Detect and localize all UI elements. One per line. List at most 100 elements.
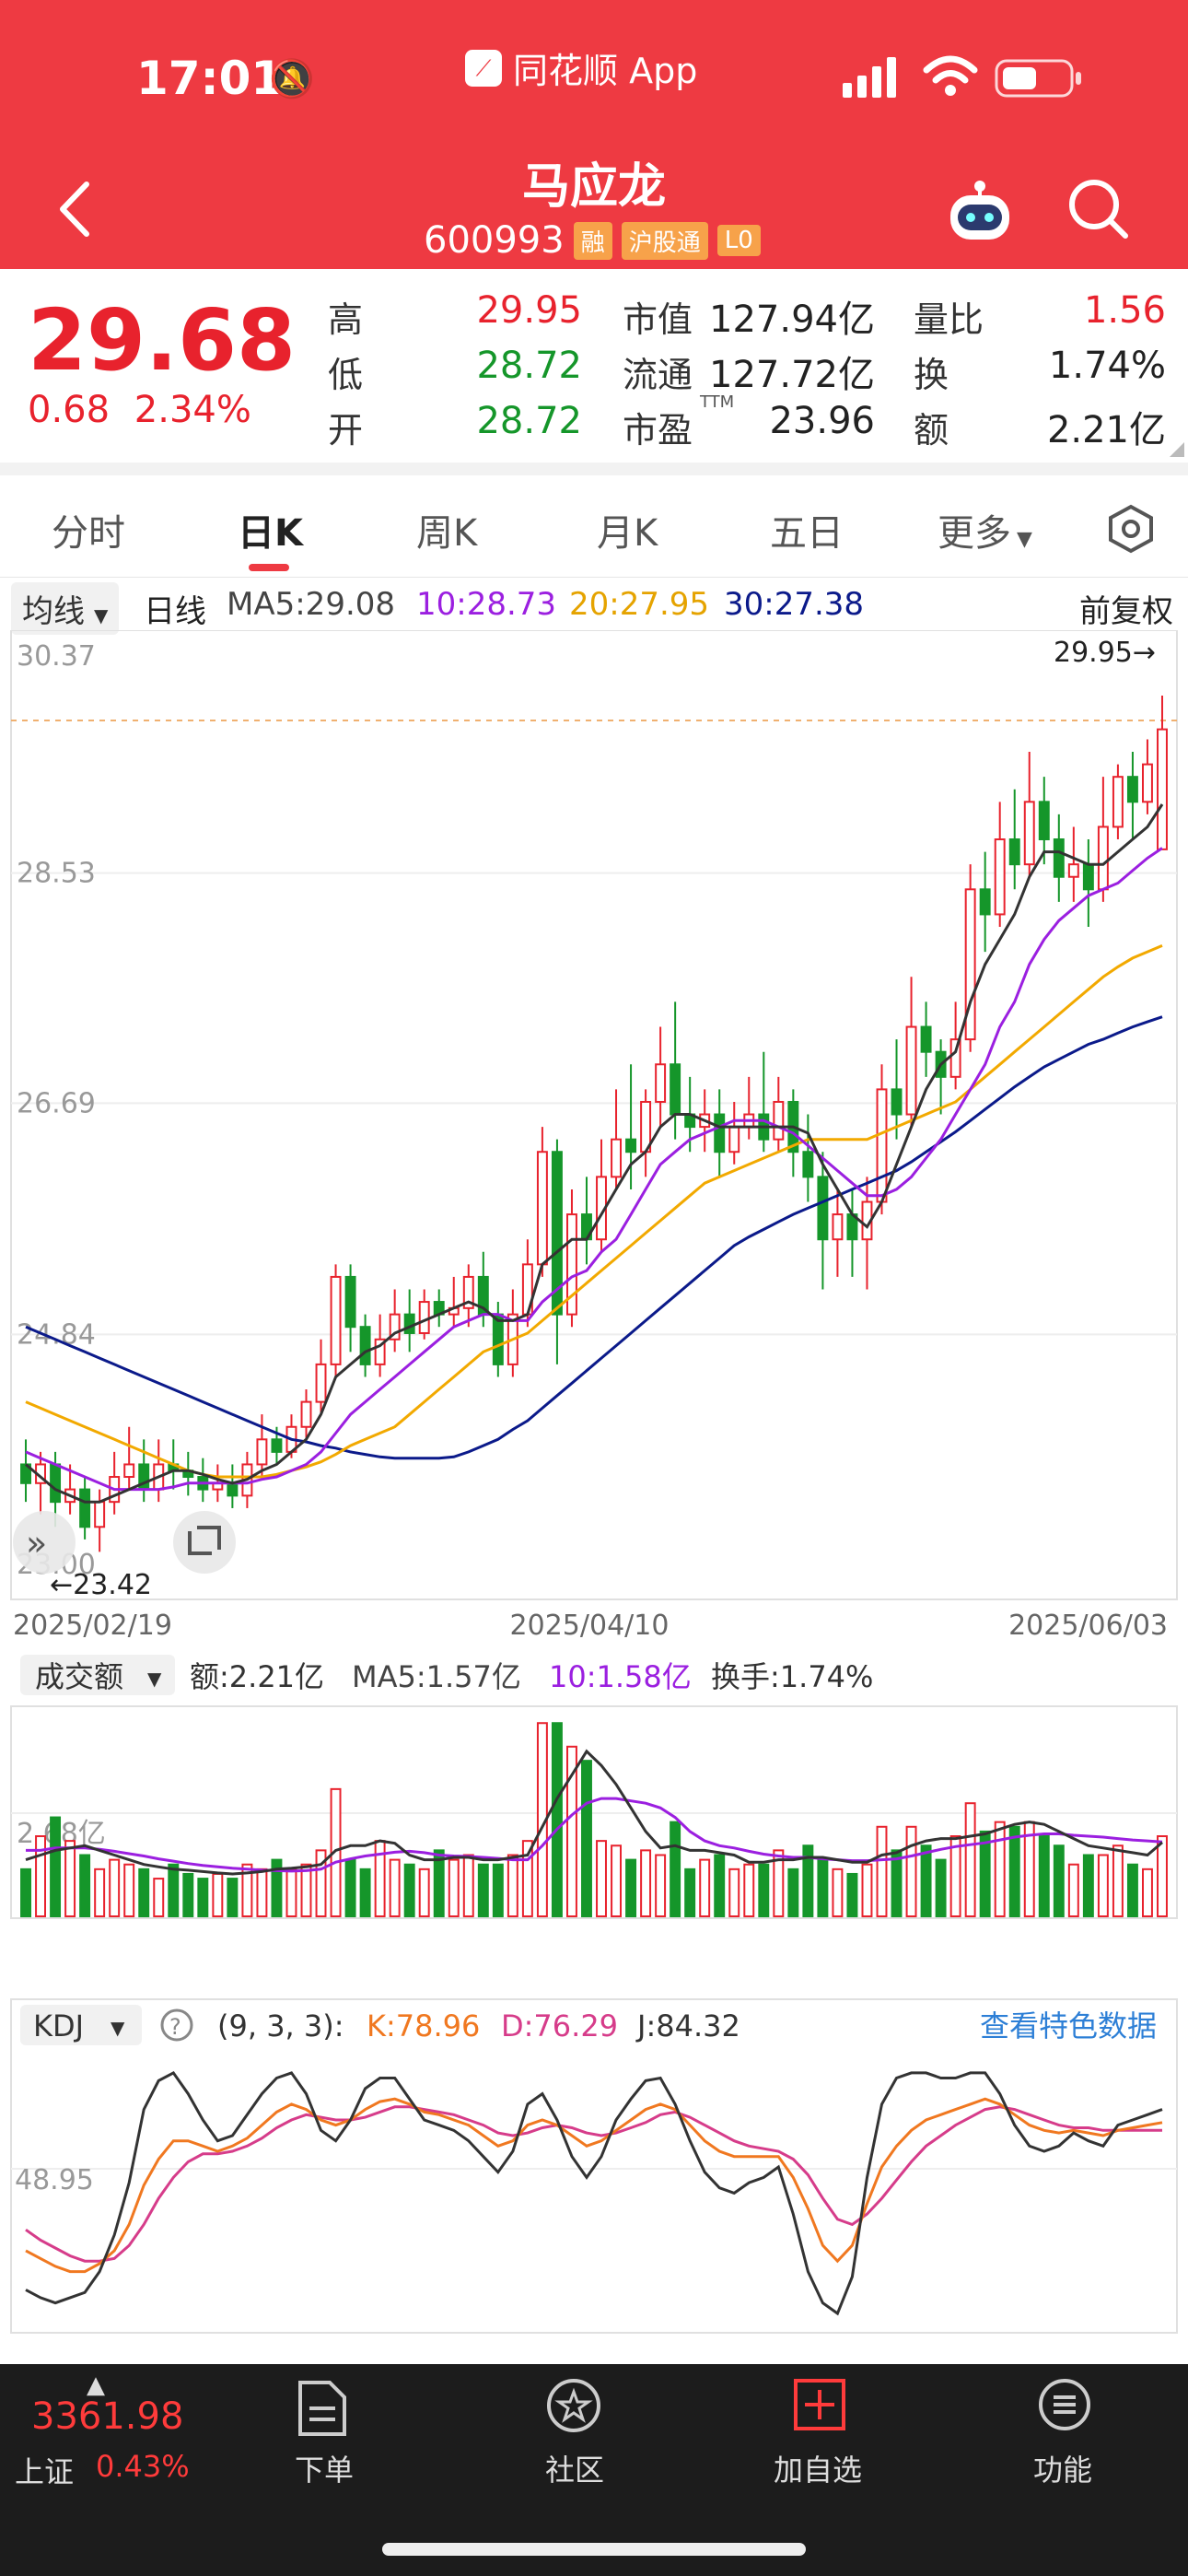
low-value: 28.72 [476,345,582,387]
volume-bar [640,1849,652,1917]
volume-bar [153,1878,165,1918]
candle-body [271,1438,283,1453]
k-x-tick-label: 2025/02/19 [13,1610,172,1642]
volume-bar [861,1863,873,1918]
status-time: 17:01 [136,52,284,105]
functions-menu-icon [1039,2379,1090,2430]
candle-body [79,1488,91,1528]
indicator-dropdown-label: 均线 [22,593,85,630]
volume-bar [1008,1825,1020,1917]
candle-body [979,888,991,916]
volume-bar [50,1816,62,1917]
kdj-j-legend: J:84.32 [635,2008,740,2043]
tab-daily-k[interactable]: 日K [238,503,303,556]
add-watchlist-icon [794,2379,845,2430]
nav-functions-label: 功能 [1032,2453,1092,2488]
candle-body [1038,801,1050,841]
candle-body [773,1100,785,1141]
candle-body [1141,763,1153,803]
tag-connect: 沪股通 [621,221,708,260]
status-app-name: 同花顺 App [513,51,698,91]
volume-bar [1053,1844,1065,1918]
robot-assistant-icon[interactable] [945,175,1015,245]
candle-body [1008,838,1020,866]
quote-panel: 29.68 0.68 2.34% 高 29.95 低 28.72 开 28.72… [0,269,1188,463]
candle-body [1112,776,1124,828]
volume-bar [64,1840,76,1917]
candle-body [123,1463,135,1479]
change-value: 0.68 [28,389,111,431]
volume-bar [448,1858,460,1917]
volume-bar [1112,1844,1124,1918]
tag-level: L0 [716,225,761,256]
volume-ratio-value: 1.56 [1083,289,1166,332]
settings-hexagon-icon[interactable] [1105,503,1157,555]
candle-body [994,838,1006,916]
candle-body [300,1400,312,1428]
double-chevron-icon: » [26,1523,47,1563]
volume-y-tick: 2.68亿 [17,1818,106,1850]
candle-body [817,1176,829,1241]
pe-ttm-label: TTM [700,392,735,412]
volume-bar [920,1844,932,1918]
volume-bar [168,1863,180,1918]
fullscreen-button[interactable] [173,1511,236,1574]
candle-body [536,1151,548,1266]
caret-down-icon: ▼ [147,1668,162,1690]
volume-bar [1141,1868,1153,1917]
kdj-params: (9, 3, 3): [217,2008,344,2043]
pe-label: 市盈 [623,410,693,451]
k-y-tick-label: 28.53 [17,858,96,890]
k-line-chart[interactable]: 30.3728.5326.6924.8423.00 29.95→ ←23.42 … [0,630,1188,2335]
ma5-legend: MA5:29.08 [227,586,396,623]
open-label: 开 [328,410,364,451]
ma30-legend: 30:27.38 [724,586,865,623]
ma20-line [25,944,1163,1479]
tab-five-day[interactable]: 五日 [770,503,844,556]
active-tab-indicator [249,564,289,571]
candle-body [1053,838,1065,878]
volume-bar [876,1825,888,1917]
battery-icon [995,59,1081,98]
max-price-label: 29.95→ [1054,637,1156,669]
expand-corner-icon[interactable] [1170,442,1184,457]
collapse-side-button[interactable]: » [13,1511,76,1574]
index-change-pct: 0.43% [96,2449,190,2484]
k-x-tick-label: 2025/06/03 [1008,1610,1168,1642]
community-star-icon [547,2379,600,2432]
kdj-d-legend: D:76.29 [501,2008,618,2043]
fullscreen-button-bg [173,1511,236,1574]
candle-body [256,1438,268,1466]
volume-bar [94,1868,106,1917]
index-value: 3361.98 [31,2395,184,2438]
indicator-dropdown[interactable]: 均线 ▼ [11,582,120,635]
volume-bar [1067,1863,1079,1918]
volume-bar [182,1872,194,1918]
volume-bar [625,1858,637,1917]
volume-dropdown-label: 成交额 [35,1659,123,1694]
volume-bar [374,1840,386,1917]
kdj-d-line [25,2105,1162,2263]
volume-bar [35,1835,47,1918]
volume-bar [300,1863,312,1918]
adjust-mode[interactable]: 前复权 [1079,586,1173,631]
search-icon[interactable] [1066,177,1131,241]
index-name: 上证 [15,2454,75,2489]
tab-weekly-k[interactable]: 周K [416,503,477,556]
candle-body [1067,863,1079,878]
tab-monthly-k[interactable]: 月K [597,503,658,556]
volume-bar [138,1868,150,1917]
view-feature-data-link[interactable]: 查看特色数据 [980,2008,1157,2043]
caret-down-icon: ▼ [1017,528,1032,551]
volume-amount-legend: 额:2.21亿 [190,1659,324,1694]
tab-more[interactable]: 更多 ▼ [938,503,1032,556]
candle-body [403,1313,415,1334]
amount-label: 额 [914,410,949,451]
candle-body [611,1138,623,1178]
volume-bar [1126,1863,1138,1918]
volume-bar [611,1844,623,1918]
volume-bar [403,1863,415,1918]
mute-icon: 🔕 [269,58,315,100]
tab-intraday[interactable]: 分时 [52,503,125,556]
open-value: 28.72 [476,400,582,442]
